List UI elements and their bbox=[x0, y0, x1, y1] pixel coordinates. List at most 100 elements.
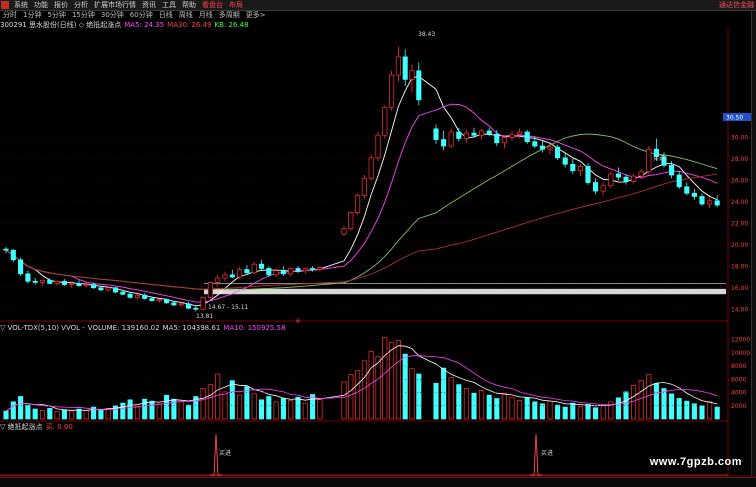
buy-signal-spike bbox=[210, 433, 222, 476]
volume-bar bbox=[98, 409, 104, 420]
volume-bar bbox=[676, 398, 682, 420]
volume-bar bbox=[389, 341, 395, 420]
high-price-label: 38.43 bbox=[418, 31, 435, 38]
volume-bar bbox=[509, 396, 515, 420]
candle-body bbox=[280, 270, 286, 275]
price-tick-label: 30.00 bbox=[731, 134, 748, 141]
candle-body bbox=[441, 139, 447, 147]
candle-body bbox=[273, 270, 279, 276]
candle-body bbox=[471, 132, 477, 136]
candle-body bbox=[409, 70, 415, 80]
volume-tick-label: 2000 bbox=[731, 403, 746, 410]
candle-body bbox=[244, 269, 250, 274]
menu-item-layout[interactable]: 布局 bbox=[226, 0, 246, 10]
candle-body bbox=[288, 268, 294, 275]
ma30-value: MA30: 26.49 bbox=[167, 21, 212, 29]
menu-item-function[interactable]: 功能 bbox=[31, 0, 51, 10]
volume-bar bbox=[501, 392, 507, 420]
candle-body bbox=[539, 145, 545, 150]
volume-bar bbox=[494, 398, 500, 420]
period-tab-monthly[interactable]: 月线 bbox=[196, 11, 216, 20]
period-tab-1min[interactable]: 1分钟 bbox=[20, 11, 44, 20]
range-label: 14.67 - 15.11 bbox=[208, 304, 249, 311]
menu-item-system[interactable]: 系统 bbox=[11, 0, 31, 10]
period-tab-weekly[interactable]: 周线 bbox=[176, 11, 196, 20]
volume-bar bbox=[266, 396, 272, 420]
menu-item-help[interactable]: 帮助 bbox=[179, 0, 199, 10]
candle-body bbox=[661, 156, 667, 166]
volume-bar bbox=[3, 410, 9, 420]
volume-ma5-value: MA5: 104398.61 bbox=[162, 324, 221, 332]
price-tick-label: 26.00 bbox=[731, 177, 748, 184]
volume-bar bbox=[684, 400, 690, 420]
support-band bbox=[204, 283, 726, 295]
menu-item-news[interactable]: 资讯 bbox=[139, 0, 159, 10]
right-scrollbar[interactable] bbox=[751, 11, 756, 476]
candle-body bbox=[47, 279, 53, 284]
volume-bar bbox=[83, 410, 89, 420]
volume-bar bbox=[638, 380, 644, 420]
period-tab-60min[interactable]: 60分钟 bbox=[127, 11, 156, 20]
volume-bar bbox=[207, 384, 213, 420]
volume-bar bbox=[105, 408, 111, 420]
candle-body bbox=[207, 282, 213, 298]
volume-indicator-title[interactable]: ▽ VOL-TDX(5,10) VVOL - bbox=[0, 324, 88, 333]
candle-body bbox=[54, 280, 60, 284]
candle-body bbox=[83, 284, 89, 286]
volume-bar bbox=[142, 398, 148, 420]
volume-bar bbox=[149, 400, 155, 420]
candle-body bbox=[156, 299, 162, 302]
volume-bar bbox=[171, 398, 177, 420]
period-tab-more[interactable]: 更多> bbox=[243, 11, 269, 20]
price-axis: 30.00 28.00 26.00 24.00 22.00 20.00 18.00 16.00… bbox=[731, 134, 748, 313]
volume-bar bbox=[310, 394, 316, 420]
price-tick-label: 22.00 bbox=[731, 220, 748, 227]
volume-bar bbox=[395, 339, 401, 420]
volume-bar bbox=[714, 406, 720, 420]
candle-body bbox=[69, 283, 75, 285]
candle-body bbox=[171, 302, 177, 306]
volume-bar bbox=[76, 408, 82, 420]
period-tab-multi[interactable]: 多周期 bbox=[216, 11, 243, 20]
candle-body bbox=[112, 287, 119, 293]
volume-bar bbox=[215, 373, 221, 420]
volume-bar bbox=[585, 404, 591, 420]
candle-body bbox=[142, 294, 148, 299]
volume-bar bbox=[524, 397, 530, 420]
menu-item-quote[interactable]: 报价 bbox=[51, 0, 71, 10]
volume-bar bbox=[433, 382, 439, 420]
status-bar bbox=[0, 477, 756, 487]
period-tab-daily[interactable]: 日线 bbox=[156, 11, 176, 20]
volume-value: VOLUME: 139160.02 bbox=[87, 324, 160, 332]
candle-body bbox=[341, 228, 347, 235]
period-tab-30min[interactable]: 30分钟 bbox=[98, 11, 127, 20]
volume-bar bbox=[185, 404, 192, 420]
menu-item-tools[interactable]: 工具 bbox=[159, 0, 179, 10]
candle-body bbox=[193, 307, 199, 310]
volume-bar bbox=[295, 396, 301, 420]
buy-signal-spike bbox=[530, 433, 542, 476]
candle-body bbox=[570, 163, 576, 172]
volume-bar bbox=[355, 370, 361, 420]
menu-item-analysis[interactable]: 分析 bbox=[71, 0, 91, 10]
volume-bar bbox=[32, 408, 38, 420]
period-tab-15min[interactable]: 15分钟 bbox=[69, 11, 98, 20]
candle-body bbox=[456, 131, 462, 139]
volume-bar bbox=[600, 404, 606, 420]
menu-item-extended-market[interactable]: 扩展市场行情 bbox=[91, 0, 139, 10]
period-tab-5min[interactable]: 5分钟 bbox=[44, 11, 68, 20]
volume-bar bbox=[570, 402, 576, 420]
menu-item-dashboard[interactable]: 看盘台 bbox=[199, 0, 226, 10]
period-tab-timeshare[interactable]: 分时 bbox=[0, 11, 20, 20]
volume-bar bbox=[402, 353, 408, 420]
candle-body bbox=[577, 166, 583, 172]
chart-canvas[interactable]: 30.00 28.00 26.00 24.00 22.00 20.00 18.00 16.00… bbox=[0, 0, 756, 487]
candle-body bbox=[631, 175, 637, 182]
volume-ma10-value: MA10: 150925.58 bbox=[223, 324, 286, 332]
candle-body bbox=[134, 294, 140, 298]
indicator-buy-label-2: 买进 bbox=[541, 449, 553, 457]
volume-bar bbox=[127, 399, 133, 420]
indicator-title[interactable]: ▽ 绝抵起涨点 bbox=[0, 423, 46, 432]
volume-tick-label: 12000 bbox=[731, 337, 750, 344]
volume-info-bar: ▽ VOL-TDX(5,10) VVOL - VOLUME: 139160.02… bbox=[0, 324, 288, 333]
